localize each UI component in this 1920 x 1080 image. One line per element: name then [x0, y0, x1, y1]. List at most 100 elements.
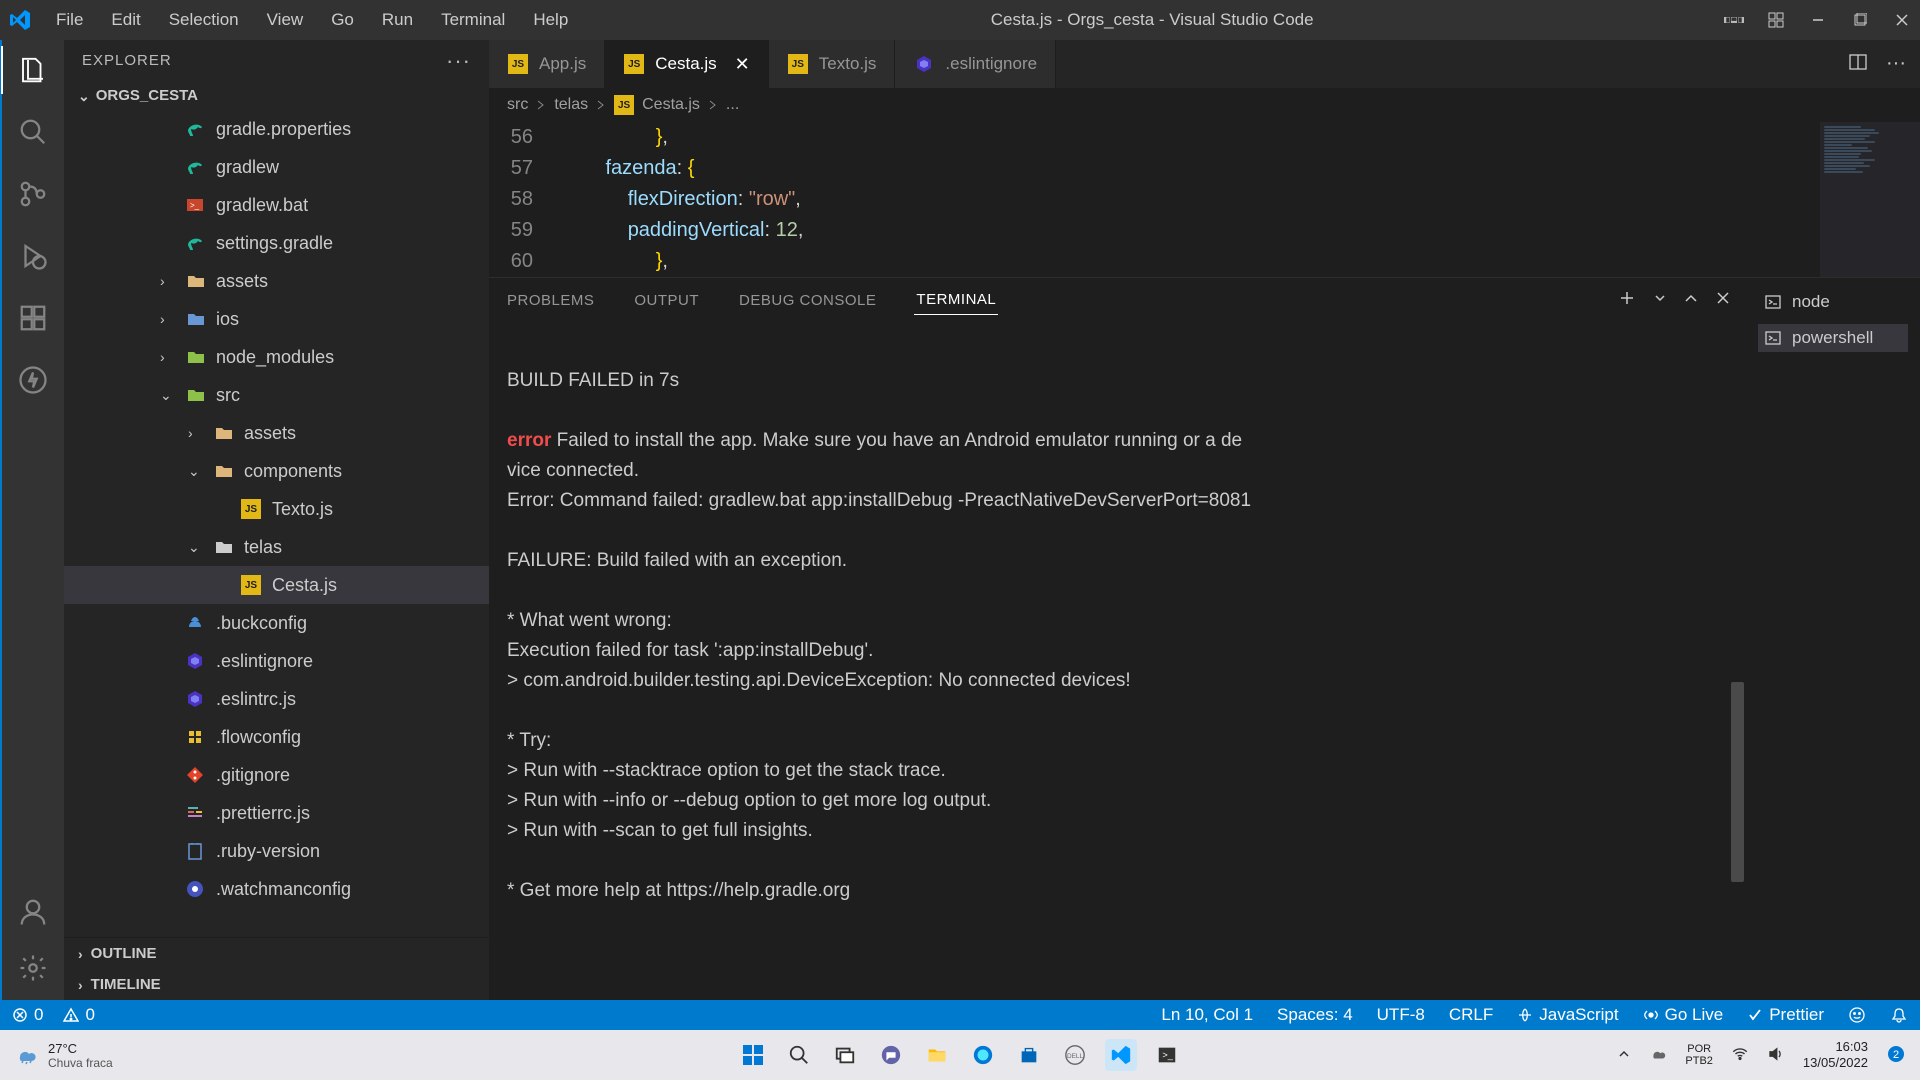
dell-icon[interactable]: DELL	[1059, 1039, 1091, 1071]
activity-explorer-icon[interactable]	[15, 52, 51, 88]
folder-node_modules[interactable]: ›node_modules	[64, 338, 489, 376]
panel-tab-problems[interactable]: PROBLEMS	[505, 286, 596, 315]
tray-volume-icon[interactable]	[1767, 1045, 1785, 1066]
taskbar-date[interactable]: 13/05/2022	[1803, 1055, 1868, 1071]
folder-root[interactable]: ⌄ ORGS_CESTA	[64, 81, 489, 110]
taskbar-weather[interactable]: 27°C Chuva fraca	[14, 1041, 113, 1070]
taskbar-time[interactable]: 16:03	[1803, 1039, 1868, 1055]
tab-Cesta.js[interactable]: JSCesta.js✕	[605, 40, 769, 88]
minimize-icon[interactable]	[1808, 10, 1828, 30]
file-.buckconfig[interactable]: .buckconfig	[64, 604, 489, 642]
status-eol[interactable]: CRLF	[1449, 1005, 1493, 1025]
status-errors[interactable]: 0	[12, 1005, 43, 1025]
file-.ruby-version[interactable]: .ruby-version	[64, 832, 489, 870]
folder-assets[interactable]: ›assets	[64, 414, 489, 452]
close-icon[interactable]	[1892, 10, 1912, 30]
activity-account-icon[interactable]	[15, 894, 51, 930]
terminal-node[interactable]: node	[1758, 288, 1908, 316]
file-gradlew[interactable]: gradlew	[64, 148, 489, 186]
taskview-icon[interactable]	[829, 1039, 861, 1071]
file-settings.gradle[interactable]: settings.gradle	[64, 224, 489, 262]
terminal-output[interactable]: BUILD FAILED in 7s error Failed to insta…	[489, 322, 1746, 947]
terminal-new-icon[interactable]	[1618, 289, 1636, 312]
menu-go[interactable]: Go	[319, 6, 366, 34]
menu-edit[interactable]: Edit	[99, 6, 152, 34]
vscode-app-icon[interactable]	[1105, 1039, 1137, 1071]
layout-toggle-icon[interactable]	[1724, 10, 1744, 30]
status-feedback-icon[interactable]	[1848, 1006, 1866, 1024]
tab-Texto.js[interactable]: JSTexto.js	[769, 40, 896, 88]
menu-selection[interactable]: Selection	[157, 6, 251, 34]
tray-wifi-icon[interactable]	[1731, 1045, 1749, 1066]
activity-thunder-icon[interactable]	[15, 362, 51, 398]
search-icon[interactable]	[783, 1039, 815, 1071]
layout-customize-icon[interactable]	[1766, 10, 1786, 30]
status-golive[interactable]: Go Live	[1643, 1005, 1724, 1025]
taskbar-lang1[interactable]: POR	[1685, 1043, 1713, 1055]
terminal-dropdown-icon[interactable]	[1654, 291, 1666, 309]
start-icon[interactable]	[737, 1039, 769, 1071]
menu-run[interactable]: Run	[370, 6, 425, 34]
edge-icon[interactable]	[967, 1039, 999, 1071]
folder-components[interactable]: ⌄components	[64, 452, 489, 490]
folder-src[interactable]: ⌄src	[64, 376, 489, 414]
terminal-powershell[interactable]: powershell	[1758, 324, 1908, 352]
file-gradle.properties[interactable]: gradle.properties	[64, 110, 489, 148]
file-.eslintignore[interactable]: .eslintignore	[64, 642, 489, 680]
panel-close-icon[interactable]	[1716, 291, 1730, 310]
file-.prettierrc.js[interactable]: .prettierrc.js	[64, 794, 489, 832]
windows-taskbar: 27°C Chuva fraca DELL >_ POR PTB2 16:03 …	[0, 1030, 1920, 1080]
status-position[interactable]: Ln 10, Col 1	[1161, 1005, 1253, 1025]
maximize-icon[interactable]	[1850, 10, 1870, 30]
file-.eslintrc.js[interactable]: .eslintrc.js	[64, 680, 489, 718]
file-Texto.js[interactable]: JSTexto.js	[64, 490, 489, 528]
status-language[interactable]: JavaScript	[1517, 1005, 1618, 1025]
taskbar-lang2[interactable]: PTB2	[1685, 1055, 1713, 1067]
explorer-app-icon[interactable]	[921, 1039, 953, 1071]
titlebar: File Edit Selection View Go Run Terminal…	[0, 0, 1920, 40]
panel-maximize-icon[interactable]	[1684, 291, 1698, 310]
activity-scm-icon[interactable]	[15, 176, 51, 212]
terminal-app-icon[interactable]: >_	[1151, 1039, 1183, 1071]
status-bell-icon[interactable]	[1890, 1006, 1908, 1024]
tabs-more-icon[interactable]: ···	[1886, 52, 1906, 77]
file-Cesta.js[interactable]: JSCesta.js	[64, 566, 489, 604]
tab-App.js[interactable]: JSApp.js	[489, 40, 605, 88]
tray-chevron-icon[interactable]	[1617, 1047, 1631, 1064]
store-icon[interactable]	[1013, 1039, 1045, 1071]
menu-help[interactable]: Help	[521, 6, 580, 34]
panel-tab-debug[interactable]: DEBUG CONSOLE	[737, 286, 878, 315]
status-prettier[interactable]: Prettier	[1747, 1005, 1824, 1025]
status-encoding[interactable]: UTF-8	[1377, 1005, 1425, 1025]
menu-view[interactable]: View	[255, 6, 316, 34]
timeline-section[interactable]: ›TIMELINE	[64, 969, 489, 1000]
status-spaces[interactable]: Spaces: 4	[1277, 1005, 1353, 1025]
tab-.eslintignore[interactable]: .eslintignore	[895, 40, 1056, 88]
breadcrumb[interactable]: src telas JS Cesta.js ...	[489, 88, 1920, 122]
file-gradlew.bat[interactable]: >_gradlew.bat	[64, 186, 489, 224]
tab-close-icon[interactable]: ✕	[735, 54, 750, 75]
terminal-scrollbar[interactable]	[1731, 682, 1744, 882]
split-editor-icon[interactable]	[1848, 52, 1868, 77]
menu-terminal[interactable]: Terminal	[429, 6, 517, 34]
outline-section[interactable]: ›OUTLINE	[64, 938, 489, 969]
menu-file[interactable]: File	[44, 6, 95, 34]
activity-extensions-icon[interactable]	[15, 300, 51, 336]
activity-settings-icon[interactable]	[15, 950, 51, 986]
folder-ios[interactable]: ›ios	[64, 300, 489, 338]
panel-tab-output[interactable]: OUTPUT	[632, 286, 701, 315]
folder-telas[interactable]: ⌄telas	[64, 528, 489, 566]
status-warnings[interactable]: 0	[63, 1005, 94, 1025]
tray-notification-icon[interactable]: 2	[1886, 1044, 1906, 1067]
code-editor[interactable]: 56 },57 fazenda: {58 flexDirection: "row…	[489, 122, 1820, 277]
chat-icon[interactable]	[875, 1039, 907, 1071]
folder-assets[interactable]: ›assets	[64, 262, 489, 300]
file-.flowconfig[interactable]: .flowconfig	[64, 718, 489, 756]
tray-onedrive-icon[interactable]	[1649, 1045, 1667, 1066]
minimap[interactable]	[1820, 122, 1920, 277]
activity-debug-icon[interactable]	[15, 238, 51, 274]
activity-search-icon[interactable]	[15, 114, 51, 150]
file-.gitignore[interactable]: .gitignore	[64, 756, 489, 794]
panel-tab-terminal[interactable]: TERMINAL	[914, 285, 998, 315]
file-.watchmanconfig[interactable]: .watchmanconfig	[64, 870, 489, 908]
